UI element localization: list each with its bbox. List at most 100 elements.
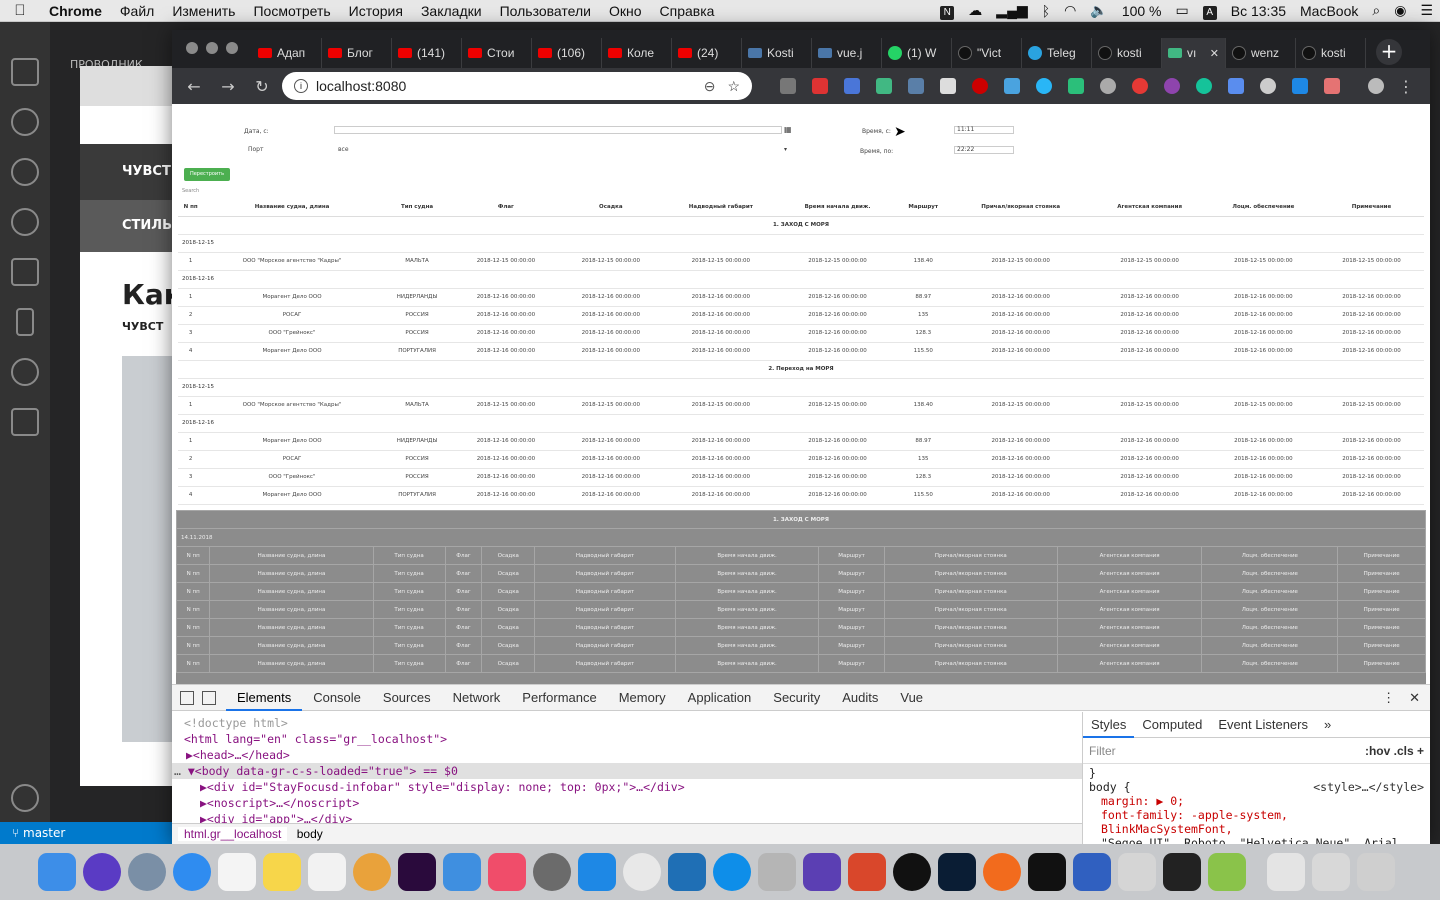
n-app-icon[interactable]: N — [933, 2, 961, 20]
bookmark-star-icon[interactable]: ☆ — [727, 78, 740, 95]
menu-help[interactable]: Справка — [651, 3, 724, 19]
column-header[interactable]: Тип судна — [380, 198, 454, 217]
close-window-button[interactable] — [186, 42, 198, 54]
finder-icon[interactable] — [38, 853, 76, 891]
reload-icon[interactable]: ↻ — [248, 77, 276, 96]
dom-node[interactable]: <html lang="en" class="gr__localhost"> — [184, 731, 1082, 747]
extensions-icon[interactable] — [11, 258, 39, 286]
menu-app-name[interactable]: Chrome — [40, 3, 111, 19]
menu-window[interactable]: Окно — [600, 3, 651, 19]
column-header[interactable]: N пп — [178, 198, 204, 217]
app-store-icon[interactable] — [578, 853, 616, 891]
column-header[interactable]: Надводный габарит — [663, 198, 779, 217]
inspect-element-icon[interactable] — [180, 690, 194, 705]
signal-icon[interactable]: ▂▄▆ — [989, 2, 1034, 19]
extension-icon[interactable] — [908, 78, 924, 94]
time-from-input[interactable]: 11:11 — [954, 126, 1014, 134]
extension-icon[interactable] — [1036, 78, 1052, 94]
tab-8[interactable]: vue.j — [812, 38, 882, 68]
tab-3[interactable]: Стои — [462, 38, 532, 68]
column-header[interactable]: Агентская компания — [1091, 198, 1208, 217]
bookmark-icon[interactable] — [16, 308, 34, 336]
rebuild-button[interactable]: Перестроить — [184, 168, 230, 181]
table-row[interactable]: 4 Морагент Дело ООО ПОРТУГАЛИЯ 2018-12-16 0… — [178, 342, 1424, 361]
chevron-down-icon[interactable]: ▾ — [784, 146, 787, 153]
rule-selector[interactable]: body { — [1089, 780, 1131, 794]
reminders-icon[interactable] — [308, 853, 346, 891]
calendar-icon[interactable]: ▦ — [784, 125, 792, 134]
source-control-icon[interactable] — [11, 108, 39, 136]
device-toolbar-icon[interactable] — [202, 690, 216, 705]
tab-10[interactable]: "Vict — [952, 38, 1022, 68]
extension-icon[interactable] — [940, 78, 956, 94]
xcode-icon[interactable] — [443, 853, 481, 891]
style-property[interactable]: font-family: -apple-system, BlinkMacSyst… — [1089, 808, 1424, 836]
vscode-icon[interactable] — [668, 853, 706, 891]
maximize-window-button[interactable] — [226, 42, 238, 54]
tab-11[interactable]: Teleg — [1022, 38, 1092, 68]
menu-history[interactable]: История — [340, 3, 412, 19]
table-row[interactable]: 3 ООО "Грейнокс" РОССИЯ 2018-12-16 00:00:00… — [178, 468, 1424, 487]
devtools-tab-network[interactable]: Network — [442, 685, 512, 711]
tab-7[interactable]: Kosti — [742, 38, 812, 68]
chrome-icon[interactable] — [623, 853, 661, 891]
disk-utility-icon[interactable] — [803, 853, 841, 891]
styles-filter-options[interactable]: :hov .cls + — [1365, 744, 1424, 758]
table-row[interactable]: 3 ООО "Грейнокс" РОССИЯ 2018-12-16 00:00:00… — [178, 324, 1424, 343]
folder-icon[interactable] — [1267, 853, 1305, 891]
teamviewer-icon[interactable] — [713, 853, 751, 891]
minimize-window-button[interactable] — [206, 42, 218, 54]
table-row[interactable]: 1 Морагент Дело ООО НИДЕРЛАНДЫ 2018-12-16 0… — [178, 288, 1424, 307]
tab-9[interactable]: (1) W — [882, 38, 952, 68]
back-arrow-icon[interactable]: ← — [180, 77, 208, 96]
git-branch[interactable]: master — [23, 826, 65, 840]
table-row[interactable]: 2 РОСАГ РОССИЯ 2018-12-16 00:00:00 2018-12-1… — [178, 450, 1424, 469]
vue-devtools-icon[interactable] — [876, 78, 892, 94]
extension-icon[interactable] — [780, 78, 796, 94]
spotlight-icon[interactable]: ⌕ — [1365, 2, 1387, 19]
forward-arrow-icon[interactable]: → — [214, 77, 242, 96]
keychain-icon[interactable] — [758, 853, 796, 891]
profile-avatar[interactable] — [1368, 78, 1384, 94]
premiere-icon[interactable] — [398, 853, 436, 891]
menu-edit[interactable]: Изменить — [163, 3, 244, 19]
input-source-icon[interactable]: A — [1196, 2, 1224, 20]
activity-monitor-icon[interactable] — [1073, 853, 1111, 891]
menu-dots-icon[interactable]: ⋮ — [1398, 77, 1414, 96]
style-property[interactable]: margin: ▶ 0; — [1089, 794, 1424, 808]
siri-icon[interactable]: ◉ — [1387, 2, 1413, 19]
notes-icon[interactable] — [263, 853, 301, 891]
battery-status[interactable]: 100 % — [1115, 3, 1169, 19]
tab-13[interactable]: vı ✕ — [1162, 38, 1226, 68]
devtools-tab-performance[interactable]: Performance — [511, 685, 607, 711]
explorer-icon[interactable] — [11, 58, 39, 86]
search-icon[interactable] — [11, 158, 39, 186]
tab-0[interactable]: Адап — [252, 38, 322, 68]
siri-icon[interactable] — [83, 853, 121, 891]
firefox-icon[interactable] — [983, 853, 1021, 891]
cloud-icon[interactable]: ☁ — [961, 2, 989, 19]
photos-icon[interactable] — [353, 853, 391, 891]
tab-6[interactable]: (24) — [672, 38, 742, 68]
computer-name[interactable]: MacBook — [1293, 3, 1365, 19]
tab-5[interactable]: Коле — [602, 38, 672, 68]
clock[interactable]: Вс 13:35 — [1224, 3, 1293, 19]
extension-icon[interactable] — [1132, 78, 1148, 94]
extension-icon[interactable] — [1292, 78, 1308, 94]
tab-2[interactable]: (141) — [392, 38, 462, 68]
port-select[interactable]: все — [338, 146, 349, 153]
column-header[interactable]: Осадка — [558, 198, 664, 217]
column-header[interactable]: Время начала движ. — [778, 198, 897, 217]
menu-bookmarks[interactable]: Закладки — [412, 3, 491, 19]
tab-15[interactable]: kosti — [1296, 38, 1366, 68]
devtools-tab-memory[interactable]: Memory — [608, 685, 677, 711]
tab-1[interactable]: Блог — [322, 38, 392, 68]
devtools-menu-icon[interactable]: ⋮ — [1368, 690, 1409, 706]
zoom-icon[interactable]: ⊖ — [704, 78, 716, 95]
column-header[interactable]: Лоцм. обеспечение — [1207, 198, 1319, 217]
grammarly-icon[interactable] — [1196, 78, 1212, 94]
column-header[interactable]: Причал/якорная стоянка — [949, 198, 1092, 217]
ublock-icon[interactable] — [972, 78, 988, 94]
obs-icon[interactable] — [893, 853, 931, 891]
table-row[interactable]: 1 ООО "Морское агентство "Кадры" МАЛЬТА 201… — [178, 252, 1424, 271]
